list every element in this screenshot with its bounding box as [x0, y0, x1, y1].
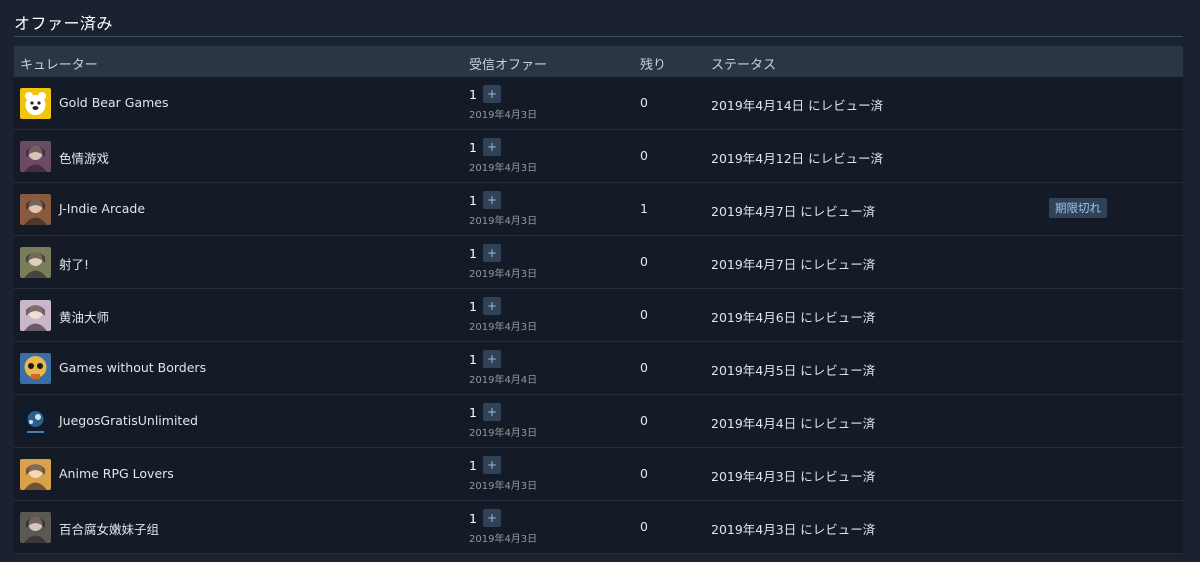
table-row: 射了! 1 + 2019年4月3日 0 2019年4月7日 にレビュー済: [14, 236, 1183, 289]
anime-portrait-avatar-icon[interactable]: [20, 194, 51, 225]
review-status: 2019年4月12日 にレビュー済: [711, 151, 884, 166]
remaining-count: 0: [640, 148, 648, 163]
add-offer-button[interactable]: +: [483, 350, 501, 368]
table-row: 黄油大师 1 + 2019年4月3日 0 2019年4月6日 にレビュー済: [14, 289, 1183, 342]
table-header: キュレーター 受信オファー 残り ステータス: [14, 46, 1183, 77]
table-row: 色情游戏 1 + 2019年4月3日 0 2019年4月12日 にレビュー済: [14, 130, 1183, 183]
offer-count: 1: [469, 458, 477, 473]
table-row: Games without Borders 1 + 2019年4月4日 0 20…: [14, 342, 1183, 395]
character-avatar-icon[interactable]: [20, 247, 51, 278]
remaining-count: 0: [640, 95, 648, 110]
offer-date: 2019年4月3日: [469, 322, 538, 333]
offer-count: 1: [469, 352, 477, 367]
curator-name-link[interactable]: Anime RPG Lovers: [59, 466, 174, 481]
offer-date: 2019年4月3日: [469, 481, 538, 492]
dark-character-avatar-icon[interactable]: [20, 512, 51, 543]
review-status: 2019年4月7日 にレビュー済: [711, 204, 876, 219]
review-status: 2019年4月6日 にレビュー済: [711, 310, 876, 325]
add-offer-button[interactable]: +: [483, 456, 501, 474]
curator-name-link[interactable]: 色情游戏: [59, 148, 109, 167]
add-offer-button[interactable]: +: [483, 509, 501, 527]
remaining-count: 0: [640, 307, 648, 322]
offer-date: 2019年4月4日: [469, 375, 538, 386]
offer-count: 1: [469, 405, 477, 420]
add-offer-button[interactable]: +: [483, 191, 501, 209]
offer-date: 2019年4月3日: [469, 110, 538, 121]
remaining-count: 0: [640, 360, 648, 375]
table-row: JuegosGratisUnlimited 1 + 2019年4月3日 0 20…: [14, 395, 1183, 448]
add-offer-button[interactable]: +: [483, 297, 501, 315]
offer-date: 2019年4月3日: [469, 216, 538, 227]
curator-name-link[interactable]: Gold Bear Games: [59, 95, 168, 110]
skull-avatar-icon[interactable]: [20, 353, 51, 384]
offer-date: 2019年4月3日: [469, 269, 538, 280]
add-offer-button[interactable]: +: [483, 244, 501, 262]
table-row: J-Indie Arcade 1 + 2019年4月3日 1 2019年4月7日…: [14, 183, 1183, 236]
offer-count: 1: [469, 299, 477, 314]
curator-name-link[interactable]: JuegosGratisUnlimited: [59, 413, 198, 428]
curator-name-link[interactable]: J-Indie Arcade: [59, 201, 145, 216]
column-header-received-offers[interactable]: 受信オファー: [469, 54, 547, 73]
add-offer-button[interactable]: +: [483, 138, 501, 156]
table-body: Gold Bear Games 1 + 2019年4月3日 0 2019年4月1…: [14, 77, 1183, 554]
review-status: 2019年4月4日 にレビュー済: [711, 416, 876, 431]
add-offer-button[interactable]: +: [483, 85, 501, 103]
remaining-count: 0: [640, 519, 648, 534]
gold-bear-avatar-icon[interactable]: [20, 88, 51, 119]
column-header-remaining[interactable]: 残り: [640, 54, 666, 73]
column-header-status[interactable]: ステータス: [711, 54, 776, 73]
offer-count: 1: [469, 140, 477, 155]
offer-date: 2019年4月3日: [469, 534, 538, 545]
offers-table: キュレーター 受信オファー 残り ステータス Gold Bear Games 1…: [14, 46, 1183, 554]
offer-count: 1: [469, 511, 477, 526]
review-status: 2019年4月3日 にレビュー済: [711, 469, 876, 484]
review-status: 2019年4月14日 にレビュー済: [711, 98, 884, 113]
steam-logo-avatar-icon[interactable]: [20, 406, 51, 437]
offer-date: 2019年4月3日: [469, 428, 538, 439]
anime-character-avatar-icon[interactable]: [20, 300, 51, 331]
offers-page: オファー済み キュレーター 受信オファー 残り ステータス Gold Bear …: [0, 0, 1200, 562]
offer-date: 2019年4月3日: [469, 163, 538, 174]
table-row: Gold Bear Games 1 + 2019年4月3日 0 2019年4月1…: [14, 77, 1183, 130]
offer-count: 1: [469, 246, 477, 261]
offer-count: 1: [469, 193, 477, 208]
remaining-count: 0: [640, 254, 648, 269]
table-row: Anime RPG Lovers 1 + 2019年4月3日 0 2019年4月…: [14, 448, 1183, 501]
column-header-curator[interactable]: キュレーター: [20, 54, 98, 73]
curator-name-link[interactable]: 射了!: [59, 254, 89, 273]
review-status: 2019年4月3日 にレビュー済: [711, 522, 876, 537]
review-status: 2019年4月5日 にレビュー済: [711, 363, 876, 378]
section-title: オファー済み: [14, 14, 114, 33]
table-row: 百合腐女嫩妹子组 1 + 2019年4月3日 0 2019年4月3日 にレビュー…: [14, 501, 1183, 554]
curator-name-link[interactable]: 百合腐女嫩妹子组: [59, 519, 159, 538]
offer-count: 1: [469, 87, 477, 102]
curator-name-link[interactable]: 黄油大师: [59, 307, 109, 326]
title-divider: [14, 36, 1183, 37]
remaining-count: 0: [640, 466, 648, 481]
remaining-count: 1: [640, 201, 648, 216]
anime-blonde-avatar-icon[interactable]: [20, 459, 51, 490]
review-status: 2019年4月7日 にレビュー済: [711, 257, 876, 272]
anime-girl-avatar-icon[interactable]: [20, 141, 51, 172]
remaining-count: 0: [640, 413, 648, 428]
add-offer-button[interactable]: +: [483, 403, 501, 421]
expired-badge: 期限切れ: [1049, 198, 1107, 218]
curator-name-link[interactable]: Games without Borders: [59, 360, 206, 375]
